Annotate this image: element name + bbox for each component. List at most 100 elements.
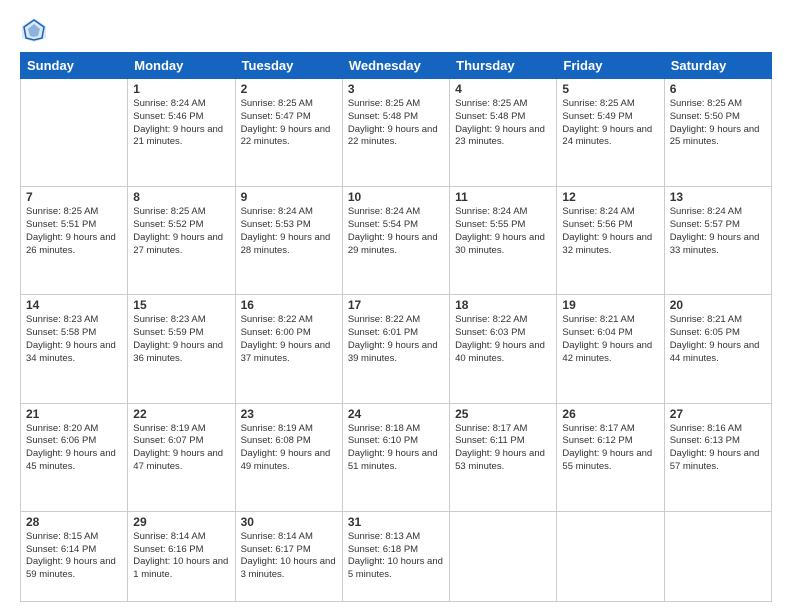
cell-info: Sunrise: 8:20 AMSunset: 6:06 PMDaylight:… [26,423,122,474]
calendar-table: Sunday Monday Tuesday Wednesday Thursday… [20,52,772,602]
cell-info: Sunrise: 8:25 AMSunset: 5:52 PMDaylight:… [133,206,229,257]
calendar-cell: 15 Sunrise: 8:23 AMSunset: 5:59 PMDayligh… [128,295,235,403]
day-number: 10 [348,190,444,204]
calendar-cell: 22Sunrise: 8:19 AMSunset: 6:07 PMDayligh… [128,403,235,511]
cell-info: Sunrise: 8:14 AMSunset: 6:17 PMDaylight:… [241,531,337,582]
cell-info: Sunrise: 8:23 AMSunset: 5:59 PMDaylight:… [133,314,229,365]
day-number: 16 [241,298,337,312]
day-number: 26 [562,407,658,421]
cell-info: Sunrise: 8:23 AMSunset: 5:58 PMDaylight:… [26,314,122,365]
calendar-cell: 1Sunrise: 8:24 AMSunset: 5:46 PMDaylight… [128,79,235,187]
day-number: 8 [133,190,229,204]
col-thursday: Thursday [450,53,557,79]
calendar-week-row: 7 Sunrise: 8:25 AMSunset: 5:51 PMDaylight… [21,187,772,295]
cell-info: Sunrise: 8:24 AMSunset: 5:57 PMDaylight:… [670,206,766,257]
day-number: 6 [670,82,766,96]
cell-info: Sunrise: 8:17 AMSunset: 6:12 PMDaylight:… [562,423,658,474]
day-number: 3 [348,82,444,96]
cell-info: Sunrise: 8:21 AMSunset: 6:05 PMDaylight:… [670,314,766,365]
calendar-cell: 29Sunrise: 8:14 AMSunset: 6:16 PMDayligh… [128,511,235,601]
calendar-cell: 21 Sunrise: 8:20 AMSunset: 6:06 PMDayligh… [21,403,128,511]
calendar-cell: 23 Sunrise: 8:19 AMSunset: 6:08 PMDayligh… [235,403,342,511]
cell-info: Sunrise: 8:24 AMSunset: 5:55 PMDaylight:… [455,206,551,257]
calendar-header-row: Sunday Monday Tuesday Wednesday Thursday… [21,53,772,79]
day-number: 1 [133,82,229,96]
calendar-week-row: 14 Sunrise: 8:23 AMSunset: 5:58 PMDayligh… [21,295,772,403]
day-number: 13 [670,190,766,204]
calendar-cell: 24 Sunrise: 8:18 AMSunset: 6:10 PMDayligh… [342,403,449,511]
day-number: 30 [241,515,337,529]
calendar-cell: 12 Sunrise: 8:24 AMSunset: 5:56 PMDayligh… [557,187,664,295]
logo-icon [20,16,48,44]
day-number: 25 [455,407,551,421]
col-sunday: Sunday [21,53,128,79]
calendar-cell: 17Sunrise: 8:22 AMSunset: 6:01 PMDayligh… [342,295,449,403]
calendar-cell: 26 Sunrise: 8:17 AMSunset: 6:12 PMDayligh… [557,403,664,511]
cell-info: Sunrise: 8:24 AMSunset: 5:56 PMDaylight:… [562,206,658,257]
day-number: 20 [670,298,766,312]
day-number: 14 [26,298,122,312]
calendar-cell: 3 Sunrise: 8:25 AMSunset: 5:48 PMDaylight… [342,79,449,187]
col-friday: Friday [557,53,664,79]
col-tuesday: Tuesday [235,53,342,79]
day-number: 24 [348,407,444,421]
calendar-cell [664,511,771,601]
calendar-cell: 25 Sunrise: 8:17 AMSunset: 6:11 PMDayligh… [450,403,557,511]
calendar-cell: 16 Sunrise: 8:22 AMSunset: 6:00 PMDayligh… [235,295,342,403]
day-number: 21 [26,407,122,421]
calendar-cell: 18 Sunrise: 8:22 AMSunset: 6:03 PMDayligh… [450,295,557,403]
day-number: 4 [455,82,551,96]
day-number: 17 [348,298,444,312]
cell-info: Sunrise: 8:18 AMSunset: 6:10 PMDaylight:… [348,423,444,474]
calendar-cell: 8 Sunrise: 8:25 AMSunset: 5:52 PMDaylight… [128,187,235,295]
day-number: 28 [26,515,122,529]
cell-info: Sunrise: 8:25 AMSunset: 5:49 PMDaylight:… [562,98,658,149]
cell-info: Sunrise: 8:19 AMSunset: 6:08 PMDaylight:… [241,423,337,474]
calendar-cell: 31Sunrise: 8:13 AMSunset: 6:18 PMDayligh… [342,511,449,601]
calendar-cell: 19 Sunrise: 8:21 AMSunset: 6:04 PMDayligh… [557,295,664,403]
cell-info: Sunrise: 8:25 AMSunset: 5:51 PMDaylight:… [26,206,122,257]
cell-info: Sunrise: 8:24 AMSunset: 5:53 PMDaylight:… [241,206,337,257]
header [20,16,772,44]
calendar-cell [557,511,664,601]
cell-info: Sunrise: 8:21 AMSunset: 6:04 PMDaylight:… [562,314,658,365]
cell-info: Sunrise: 8:17 AMSunset: 6:11 PMDaylight:… [455,423,551,474]
cell-info: Sunrise: 8:22 AMSunset: 6:00 PMDaylight:… [241,314,337,365]
cell-info: Sunrise: 8:22 AMSunset: 6:03 PMDaylight:… [455,314,551,365]
col-saturday: Saturday [664,53,771,79]
calendar-cell: 6 Sunrise: 8:25 AMSunset: 5:50 PMDaylight… [664,79,771,187]
day-number: 12 [562,190,658,204]
calendar-cell: 4 Sunrise: 8:25 AMSunset: 5:48 PMDaylight… [450,79,557,187]
logo [20,16,52,44]
cell-info: Sunrise: 8:15 AMSunset: 6:14 PMDaylight:… [26,531,122,582]
day-number: 5 [562,82,658,96]
calendar-cell: 27Sunrise: 8:16 AMSunset: 6:13 PMDayligh… [664,403,771,511]
cell-info: Sunrise: 8:24 AMSunset: 5:54 PMDaylight:… [348,206,444,257]
calendar-cell: 10 Sunrise: 8:24 AMSunset: 5:54 PMDayligh… [342,187,449,295]
calendar-cell: 28 Sunrise: 8:15 AMSunset: 6:14 PMDayligh… [21,511,128,601]
cell-info: Sunrise: 8:25 AMSunset: 5:50 PMDaylight:… [670,98,766,149]
day-number: 22 [133,407,229,421]
calendar-cell: 30 Sunrise: 8:14 AMSunset: 6:17 PMDayligh… [235,511,342,601]
col-monday: Monday [128,53,235,79]
cell-info: Sunrise: 8:25 AMSunset: 5:48 PMDaylight:… [455,98,551,149]
cell-info: Sunrise: 8:25 AMSunset: 5:48 PMDaylight:… [348,98,444,149]
day-number: 19 [562,298,658,312]
calendar-cell: 13 Sunrise: 8:24 AMSunset: 5:57 PMDayligh… [664,187,771,295]
day-number: 15 [133,298,229,312]
day-number: 2 [241,82,337,96]
calendar-cell: 14 Sunrise: 8:23 AMSunset: 5:58 PMDayligh… [21,295,128,403]
day-number: 9 [241,190,337,204]
calendar-cell: 5 Sunrise: 8:25 AMSunset: 5:49 PMDaylight… [557,79,664,187]
col-wednesday: Wednesday [342,53,449,79]
day-number: 18 [455,298,551,312]
calendar-cell: 2 Sunrise: 8:25 AMSunset: 5:47 PMDaylight… [235,79,342,187]
calendar-cell: 11Sunrise: 8:24 AMSunset: 5:55 PMDayligh… [450,187,557,295]
day-number: 7 [26,190,122,204]
calendar-week-row: 21 Sunrise: 8:20 AMSunset: 6:06 PMDayligh… [21,403,772,511]
cell-info: Sunrise: 8:14 AMSunset: 6:16 PMDaylight:… [133,531,229,582]
day-number: 23 [241,407,337,421]
cell-info: Sunrise: 8:25 AMSunset: 5:47 PMDaylight:… [241,98,337,149]
calendar-cell: 7 Sunrise: 8:25 AMSunset: 5:51 PMDaylight… [21,187,128,295]
calendar-cell: 20 Sunrise: 8:21 AMSunset: 6:05 PMDayligh… [664,295,771,403]
